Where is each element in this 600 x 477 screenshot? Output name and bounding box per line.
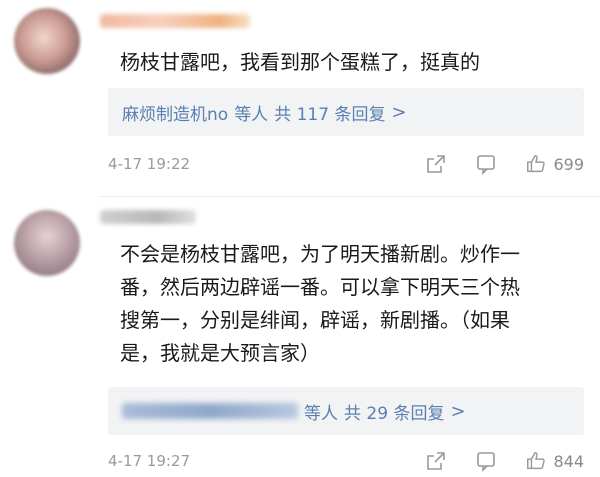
comment-meta: 4-17 19:22 699 (108, 152, 584, 176)
comment-text: 杨枝甘露吧，我看到那个蛋糕了，挺真的 (120, 50, 480, 74)
comment-icon[interactable] (475, 450, 497, 472)
username-blurred[interactable] (100, 210, 196, 224)
thumbs-up-icon[interactable] (525, 450, 547, 472)
replies-summary[interactable]: 等人 共 29 条回复 > (108, 387, 584, 435)
share-icon[interactable] (425, 450, 447, 472)
avatar[interactable] (14, 210, 80, 276)
reply-count: 共 117 条回复 (274, 104, 386, 125)
chevron-right-icon: > (391, 101, 407, 123)
share-icon[interactable] (425, 153, 447, 175)
timestamp: 4-17 19:22 (108, 155, 191, 173)
comment-meta: 4-17 19:27 844 (108, 449, 584, 473)
comment-item: 不会是杨枝甘露吧，为了明天播新剧。炒作一 番，然后两边辟谣一番。可以拿下明天三个… (0, 196, 600, 477)
comment-text: 不会是杨枝甘露吧，为了明天播新剧。炒作一 番，然后两边辟谣一番。可以拿下明天三个… (120, 242, 520, 365)
timestamp: 4-17 19:27 (108, 452, 191, 470)
reply-suffix: 等人 (304, 403, 338, 424)
chevron-right-icon: > (450, 400, 466, 422)
reply-count: 共 29 条回复 (344, 403, 445, 424)
like-count: 699 (553, 154, 584, 174)
comment-item: 杨枝甘露吧，我看到那个蛋糕了，挺真的 麻烦制造机no 等人 共 117 条回复 … (0, 0, 600, 196)
replies-summary[interactable]: 麻烦制造机no 等人 共 117 条回复 > (108, 88, 584, 136)
reply-suffix: 等人 (234, 104, 269, 125)
reply-users-blurred (122, 403, 298, 419)
like-count: 844 (553, 451, 584, 471)
comment-icon[interactable] (475, 153, 497, 175)
username-blurred[interactable] (100, 14, 250, 28)
reply-user-name: 麻烦制造机no (122, 104, 229, 125)
avatar[interactable] (14, 8, 80, 74)
thumbs-up-icon[interactable] (525, 153, 547, 175)
